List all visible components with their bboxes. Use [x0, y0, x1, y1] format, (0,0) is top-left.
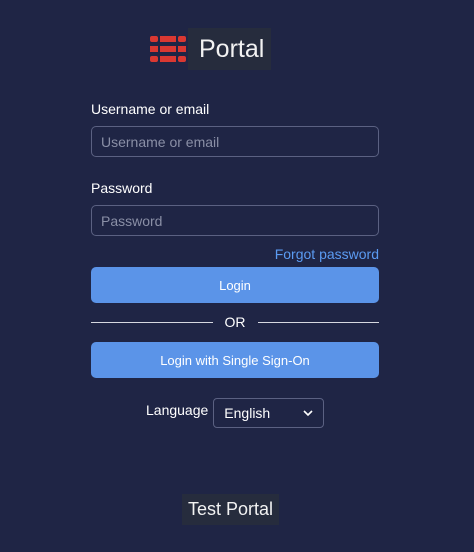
- separator-line-left: [91, 321, 213, 323]
- footer-portal-name: Test Portal: [182, 494, 280, 525]
- or-separator: OR: [91, 313, 379, 331]
- separator-line-right: [257, 321, 379, 323]
- login-page: Portal Username or email Password Forgot…: [0, 0, 474, 552]
- or-text: OR: [224, 314, 246, 330]
- login-button[interactable]: Login: [91, 267, 379, 303]
- language-label: Language: [146, 402, 209, 418]
- language-select[interactable]: English: [213, 398, 325, 428]
- username-input[interactable]: [91, 126, 379, 157]
- fortinet-logo-icon: [150, 36, 186, 62]
- password-input[interactable]: [91, 205, 379, 236]
- forgot-password-link[interactable]: Forgot password: [275, 246, 379, 262]
- portal-title: Portal: [188, 28, 272, 70]
- language-selected-value: English: [224, 405, 271, 421]
- login-form: Username or email Password Forgot passwo…: [91, 100, 379, 303]
- password-label: Password: [91, 180, 153, 196]
- chevron-down-icon: [303, 409, 313, 416]
- brand-header: Portal: [150, 28, 272, 70]
- sso-login-button[interactable]: Login with Single Sign-On: [91, 342, 379, 378]
- username-label: Username or email: [91, 101, 210, 117]
- language-selector-row: Language English: [146, 398, 325, 428]
